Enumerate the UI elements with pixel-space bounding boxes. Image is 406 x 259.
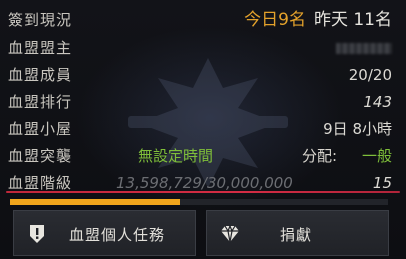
members-row: 血盟成員 20/20 xyxy=(8,64,392,86)
raid-status: 無設定時間 xyxy=(138,147,214,165)
leader-name-redacted xyxy=(336,43,392,54)
donate-label: 捐獻 xyxy=(280,226,313,244)
exp-progress-fill xyxy=(10,199,181,205)
house-value: 9日 8小時 xyxy=(323,120,392,138)
ranking-label: 血盟排行 xyxy=(8,93,73,111)
level-underline xyxy=(6,191,400,193)
raid-split-label: 分配: xyxy=(302,147,338,165)
raid-split-value: 一般 xyxy=(361,147,392,165)
diamond-icon xyxy=(221,224,239,243)
exp-progress-bar xyxy=(10,199,388,205)
donate-button[interactable]: 捐獻 xyxy=(206,210,389,256)
leader-label: 血盟盟主 xyxy=(8,39,73,57)
ranking-row: 血盟排行 143 xyxy=(8,91,392,113)
checkin-label: 簽到現況 xyxy=(8,11,73,29)
shield-alert-icon xyxy=(30,225,44,243)
house-label: 血盟小屋 xyxy=(8,120,73,138)
raid-row: 血盟突襲 無設定時間 分配: 一般 xyxy=(8,145,392,167)
members-label: 血盟成員 xyxy=(8,66,73,84)
house-row: 血盟小屋 9日 8小時 xyxy=(8,118,392,140)
members-value: 20/20 xyxy=(348,66,392,84)
leader-row: 血盟盟主 xyxy=(8,37,392,59)
raid-label: 血盟突襲 xyxy=(8,147,73,165)
clan-quest-label: 血盟個人任務 xyxy=(69,226,166,244)
clan-quest-button[interactable]: 血盟個人任務 xyxy=(13,210,196,256)
checkin-row: 簽到現況 今日9名 昨天 11名 xyxy=(8,9,392,31)
ranking-value: 143 xyxy=(363,93,392,111)
checkin-yesterday: 昨天 11名 xyxy=(313,10,392,30)
checkin-today: 今日9名 xyxy=(244,10,306,30)
clan-info-panel: 簽到現況 今日9名 昨天 11名 血盟盟主 血盟成員 20/20 血盟排行 143… xyxy=(0,0,406,259)
